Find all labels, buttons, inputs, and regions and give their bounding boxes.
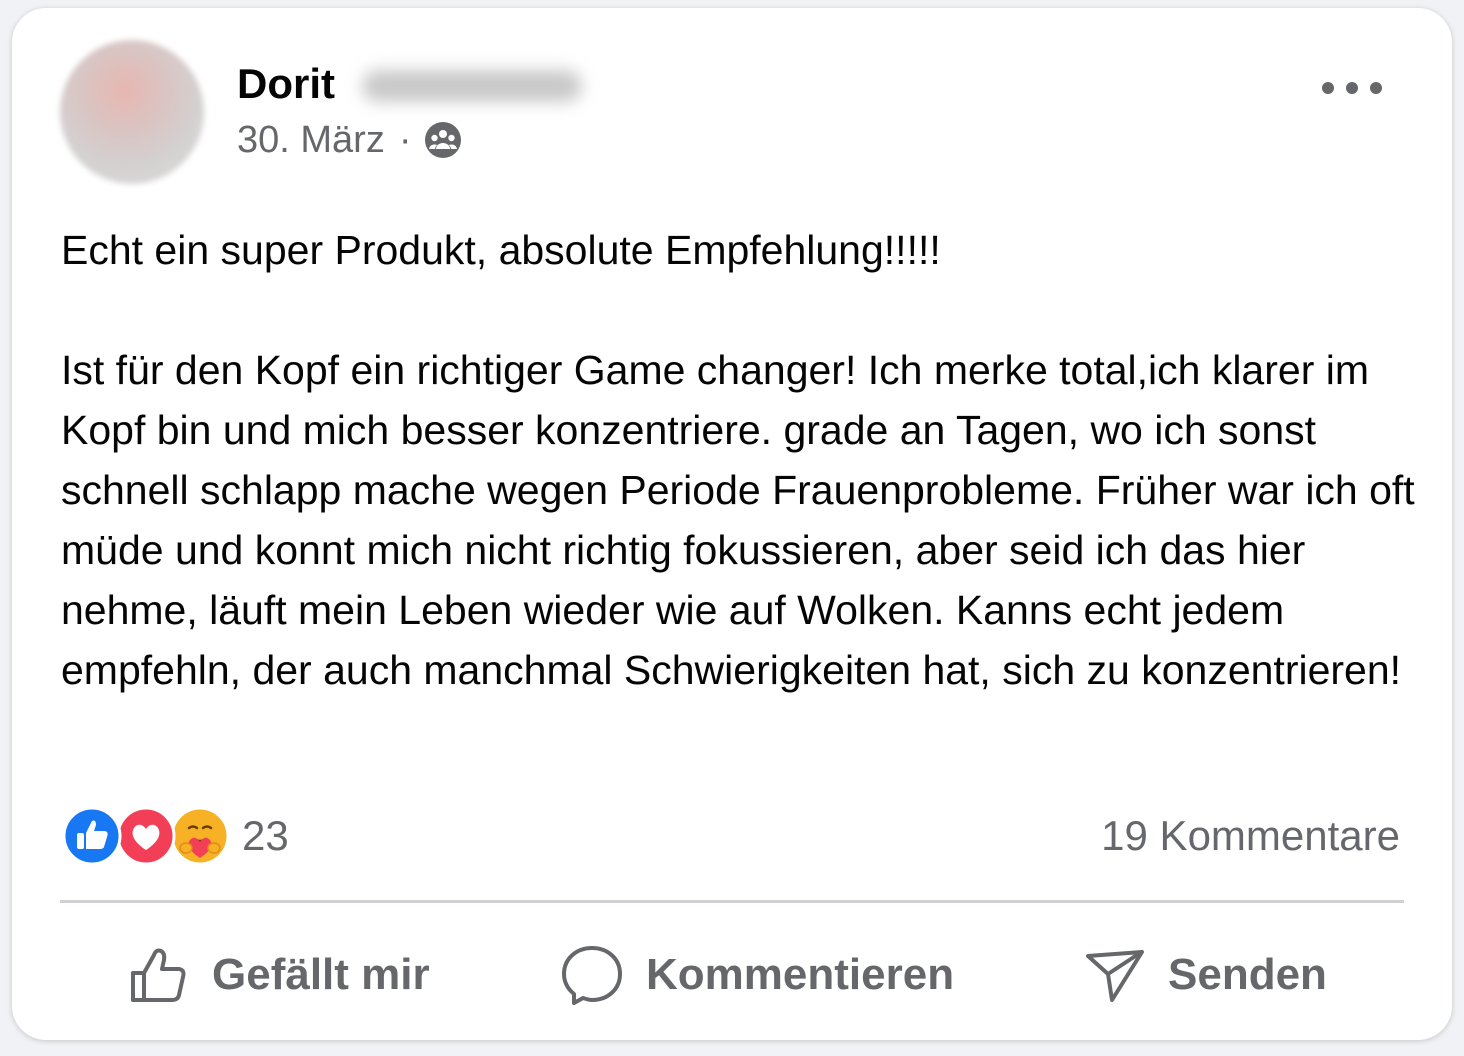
care-reaction-icon	[170, 806, 230, 866]
reaction-count[interactable]: 23	[242, 812, 289, 860]
post-body: Echt ein super Produkt, absolute Empfehl…	[61, 220, 1421, 700]
post-date[interactable]: 30. März	[237, 118, 385, 162]
comments-count-link[interactable]: 19 Kommentare	[1101, 808, 1400, 864]
meta-separator: ·	[398, 119, 412, 161]
reactions-summary[interactable]: 23	[62, 806, 289, 866]
post-meta: 30. März ·	[237, 118, 463, 162]
reaction-icons	[62, 806, 230, 866]
comment-button[interactable]: Kommentieren	[560, 940, 954, 1010]
more-options-icon[interactable]	[1322, 70, 1382, 106]
like-button[interactable]: Gefällt mir	[128, 940, 430, 1010]
thumbs-up-icon	[131, 948, 186, 1002]
post-paragraph: Echt ein super Produkt, absolute Empfehl…	[61, 227, 941, 273]
actions-divider	[60, 900, 1404, 903]
love-reaction-icon	[116, 806, 176, 866]
post-card: Dorit 30. März · Echt ein super Produkt,…	[12, 8, 1452, 1040]
like-button-label: Gefällt mir	[212, 950, 430, 999]
comment-button-label: Kommentieren	[646, 950, 955, 999]
send-icon	[1086, 950, 1144, 1002]
author-name[interactable]: Dorit	[237, 60, 335, 108]
send-button-label: Senden	[1168, 950, 1327, 999]
comment-bubble-icon	[562, 946, 622, 1005]
post-paragraph: Ist für den Kopf ein richtiger Game chan…	[61, 347, 1415, 693]
author-avatar[interactable]	[60, 40, 204, 184]
group-icon[interactable]	[423, 120, 463, 160]
like-reaction-icon	[62, 806, 122, 866]
send-button[interactable]: Senden	[1084, 940, 1327, 1010]
blurred-surname	[362, 70, 582, 102]
